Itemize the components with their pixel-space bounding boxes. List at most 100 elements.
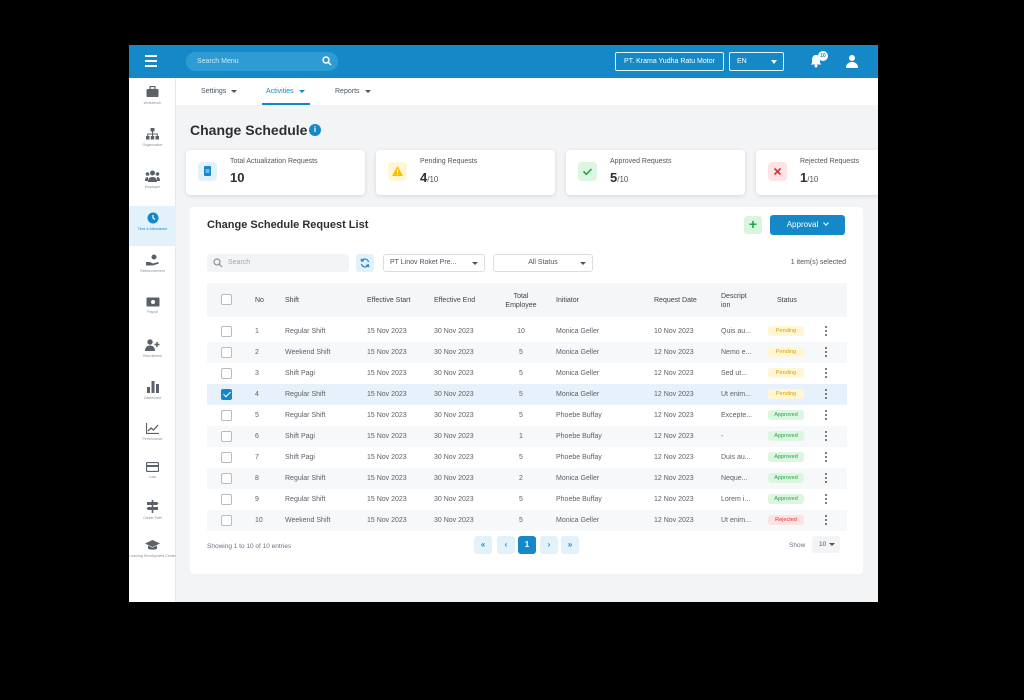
more-options-icon[interactable] <box>825 347 827 357</box>
cell-shift: Weekend Shift <box>285 349 331 356</box>
table-row[interactable]: 5 Regular Shift 15 Nov 2023 30 Nov 2023 5 Pho… <box>207 405 847 426</box>
page-1-button[interactable]: 1 <box>518 536 536 554</box>
chevron-down-icon <box>472 262 478 265</box>
sidebar-item-learning[interactable]: Learning Development Center <box>129 540 176 590</box>
approval-button[interactable]: Approval <box>770 215 845 235</box>
prev-page-button[interactable]: ‹ <box>497 536 515 554</box>
sidebar-item-time-attendance[interactable]: Time & Attendance <box>129 206 176 246</box>
sidebar-item-dashboard[interactable]: Dashboard <box>129 381 176 421</box>
cell-description: Duis au... <box>721 454 751 461</box>
cell-no: 4 <box>255 391 259 398</box>
cell-request-date: 12 Nov 2023 <box>654 475 694 482</box>
more-options-icon[interactable] <box>825 515 827 525</box>
refresh-button[interactable] <box>356 254 374 272</box>
clock-icon <box>147 212 158 224</box>
sidebar-item-payroll[interactable]: Payroll <box>129 297 176 337</box>
next-page-button[interactable]: › <box>540 536 558 554</box>
sidebar-item-performance[interactable]: Performance <box>129 423 176 463</box>
table-row[interactable]: 6 Shift Pagi 15 Nov 2023 30 Nov 2023 1 Phoebe… <box>207 426 847 447</box>
more-options-icon[interactable] <box>825 389 827 399</box>
cell-initiator: Monica Geller <box>556 475 600 482</box>
row-checkbox[interactable] <box>221 347 232 358</box>
hamburger-menu-icon[interactable] <box>145 55 157 67</box>
sidebar-item-workbench[interactable]: Workbench <box>129 86 176 126</box>
first-page-button[interactable]: « <box>474 536 492 554</box>
more-options-icon[interactable] <box>825 431 827 441</box>
table-row[interactable]: 1 Regular Shift 15 Nov 2023 30 Nov 2023 10 Mo… <box>207 321 847 342</box>
cell-request-date: 12 Nov 2023 <box>654 517 694 524</box>
row-checkbox[interactable] <box>221 515 232 526</box>
cell-initiator: Phoebe Buffay <box>556 412 602 419</box>
company-filter-select[interactable]: PT Linov Roket Pre... <box>383 254 485 272</box>
table-row[interactable]: 3 Shift Pagi 15 Nov 2023 30 Nov 2023 5 Monica… <box>207 363 847 384</box>
cell-effective-start: 15 Nov 2023 <box>367 454 407 461</box>
row-checkbox[interactable] <box>221 410 232 421</box>
sidebar-item-employee[interactable]: Employee <box>129 170 176 210</box>
sidebar-item-loan[interactable]: Loan <box>129 462 176 502</box>
more-options-icon[interactable] <box>825 452 827 462</box>
row-checkbox[interactable] <box>221 494 232 505</box>
last-page-button[interactable]: » <box>561 536 579 554</box>
cell-description: Neque... <box>721 475 748 482</box>
page-size-select[interactable]: 10 <box>812 536 840 553</box>
sidebar-item-recruitment[interactable]: Recruitment <box>129 339 176 379</box>
row-checkbox[interactable] <box>221 326 232 337</box>
row-checkbox[interactable] <box>221 368 232 379</box>
table-row[interactable]: 8 Regular Shift 15 Nov 2023 30 Nov 2023 2 Mon… <box>207 468 847 489</box>
row-checkbox[interactable] <box>221 452 232 463</box>
select-all-checkbox[interactable] <box>221 294 232 305</box>
stat-title: Pending Requests <box>420 158 478 165</box>
table-row[interactable]: 2 Weekend Shift 15 Nov 2023 30 Nov 2023 5 Mon… <box>207 342 847 363</box>
row-checkbox[interactable] <box>221 431 232 442</box>
company-selector[interactable]: PT. Krama Yudha Ratu Motor <box>615 52 724 71</box>
search-menu-input[interactable]: Search Menu <box>186 52 338 71</box>
cell-effective-start: 15 Nov 2023 <box>367 391 407 398</box>
cell-total-employee: 2 <box>519 475 523 482</box>
info-icon[interactable]: i <box>309 124 321 136</box>
chevron-down-icon <box>829 543 835 546</box>
table-row[interactable]: 10 Weekend Shift 15 Nov 2023 30 Nov 2023 5 Mo… <box>207 510 847 531</box>
cell-request-date: 12 Nov 2023 <box>654 349 694 356</box>
cell-shift: Weekend Shift <box>285 517 331 524</box>
more-options-icon[interactable] <box>825 473 827 483</box>
sidebar-item-reimbursement[interactable]: Reimbursement <box>129 254 176 294</box>
table-row[interactable]: 4 Regular Shift 15 Nov 2023 30 Nov 2023 5 Mon… <box>207 384 847 405</box>
cell-effective-end: 30 Nov 2023 <box>434 328 474 335</box>
sidebar-item-organization[interactable]: Organization <box>129 128 176 168</box>
cell-no: 3 <box>255 370 259 377</box>
stat-value: 4/10 <box>420 170 438 185</box>
trend-icon <box>146 423 159 434</box>
tab-activities[interactable]: Activities <box>266 88 305 95</box>
sidebar-item-label: Time & Attendance <box>137 227 168 231</box>
cell-request-date: 10 Nov 2023 <box>654 328 694 335</box>
status-filter-select[interactable]: All Status <box>493 254 593 272</box>
table-search-input[interactable]: Search <box>207 254 349 272</box>
language-selector[interactable]: EN <box>729 52 784 71</box>
cell-initiator: Monica Geller <box>556 370 600 377</box>
approval-label: Approval <box>786 220 819 229</box>
table-row[interactable]: 9 Regular Shift 15 Nov 2023 30 Nov 2023 5 Pho… <box>207 489 847 510</box>
add-user-icon <box>145 339 160 351</box>
add-request-button[interactable]: + <box>744 216 762 234</box>
sidebar-item-career-path[interactable]: Career Path <box>129 500 176 540</box>
signpost-icon <box>146 500 159 513</box>
stat-value: 10 <box>230 170 244 185</box>
user-icon[interactable] <box>845 54 859 68</box>
status-badge: Pending <box>768 326 804 336</box>
search-icon[interactable] <box>322 56 332 66</box>
tab-label: Activities <box>266 88 294 95</box>
sidebar-item-label: Loan <box>148 475 157 479</box>
more-options-icon[interactable] <box>825 326 827 336</box>
notification-badge: 10 <box>818 51 828 61</box>
stat-value-total: /10 <box>427 175 439 184</box>
tab-settings[interactable]: Settings <box>201 88 238 95</box>
table-row[interactable]: 7 Shift Pagi 15 Nov 2023 30 Nov 2023 5 Phoebe… <box>207 447 847 468</box>
more-options-icon[interactable] <box>825 410 827 420</box>
more-options-icon[interactable] <box>825 368 827 378</box>
more-options-icon[interactable] <box>825 494 827 504</box>
cell-description: Lorem i... <box>721 496 751 503</box>
row-checkbox[interactable] <box>221 389 232 400</box>
tab-reports[interactable]: Reports <box>335 88 371 95</box>
cell-effective-end: 30 Nov 2023 <box>434 412 474 419</box>
row-checkbox[interactable] <box>221 473 232 484</box>
